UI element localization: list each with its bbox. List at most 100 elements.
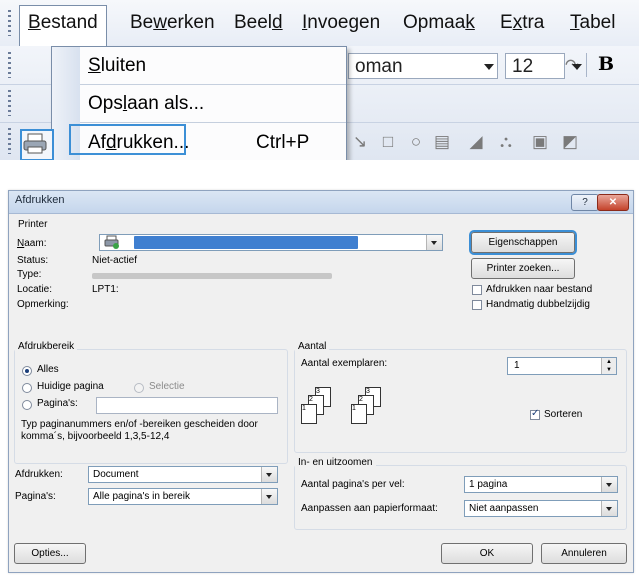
ok-button[interactable]: OK bbox=[441, 543, 533, 564]
range-current-radio[interactable] bbox=[22, 383, 32, 393]
spin-up-icon[interactable]: ▲ bbox=[601, 358, 616, 366]
menu-item-sluiten[interactable]: Sluiten bbox=[88, 47, 146, 84]
collate-label: Sorteren bbox=[544, 409, 583, 420]
menu-separator bbox=[80, 122, 346, 123]
cancel-button[interactable]: Annuleren bbox=[541, 543, 627, 564]
zoom-group-title: In- en uitzoomen bbox=[295, 457, 376, 468]
copies-group-title: Aantal bbox=[295, 341, 330, 352]
chevron-down-icon[interactable] bbox=[601, 477, 617, 492]
copies-count-label: Aantal exemplaren: bbox=[301, 358, 388, 369]
pages-per-sheet-label: Aantal pagina's per vel: bbox=[301, 479, 405, 490]
menu-extra[interactable]: Extra bbox=[492, 6, 552, 40]
print-to-file-checkbox[interactable] bbox=[472, 285, 482, 295]
chevron-down-icon[interactable] bbox=[426, 235, 442, 250]
range-group-title: Afdrukbereik bbox=[15, 341, 78, 352]
pages-input[interactable] bbox=[96, 397, 278, 414]
bold-button[interactable]: B bbox=[598, 53, 614, 75]
type-label: Type: bbox=[17, 269, 42, 280]
range-current-label: Huidige pagina bbox=[37, 381, 104, 392]
rectangle-icon[interactable]: □ bbox=[378, 132, 398, 152]
menu-bewerken[interactable]: Bewerken bbox=[122, 6, 223, 40]
print-what-select[interactable]: Document bbox=[88, 466, 278, 483]
properties-button[interactable]: Eigenschappen bbox=[471, 232, 575, 253]
collate-page: 1 bbox=[301, 404, 317, 424]
word-menu-excerpt: Bestand Bewerken Beeld Invoegen Opmaak E… bbox=[0, 0, 639, 160]
page-number: 3 bbox=[366, 388, 370, 395]
pages-per-sheet-select[interactable]: 1 pagina bbox=[464, 476, 618, 493]
diagram-icon[interactable]: ⛬ bbox=[496, 132, 516, 152]
find-printer-button[interactable]: Printer zoeken... bbox=[471, 258, 575, 279]
font-name-field[interactable]: oman bbox=[348, 53, 498, 79]
textbox-icon[interactable]: ▤ bbox=[432, 132, 452, 152]
toolbar-grip bbox=[8, 90, 11, 116]
page-number: 2 bbox=[359, 396, 363, 403]
menubar-grip bbox=[8, 10, 11, 36]
print-to-file-label: Afdrukken naar bestand bbox=[486, 284, 593, 295]
status-value: Niet-actief bbox=[92, 255, 138, 266]
close-button[interactable]: ✕ bbox=[597, 194, 629, 211]
manual-duplex-checkbox[interactable] bbox=[472, 300, 482, 310]
options-button[interactable]: Opties... bbox=[14, 543, 86, 564]
page-number: 2 bbox=[309, 396, 313, 403]
menu-beeld[interactable]: Beeld bbox=[226, 6, 291, 40]
toolbar-grip bbox=[8, 128, 11, 154]
print-item-highlight bbox=[69, 124, 186, 155]
pages-per-sheet-value: 1 pagina bbox=[469, 479, 508, 490]
menu-opmaak[interactable]: Opmaak bbox=[395, 6, 483, 40]
name-label: Naam: bbox=[17, 238, 47, 249]
dialog-titlebar: Afdrukken ? ✕ bbox=[9, 191, 633, 214]
print-pages-select[interactable]: Alle pagina's in bereik bbox=[88, 488, 278, 505]
range-pages-radio[interactable] bbox=[22, 400, 32, 410]
copies-count-value: 1 bbox=[514, 360, 520, 371]
font-dropdown-icon[interactable] bbox=[484, 64, 494, 70]
picture-icon[interactable]: ◩ bbox=[560, 132, 580, 152]
menu-invoegen[interactable]: Invoegen bbox=[294, 6, 388, 40]
printer-group-title: Printer bbox=[15, 219, 51, 230]
menu-bestand[interactable]: Bestand bbox=[19, 5, 107, 46]
chevron-down-icon[interactable] bbox=[601, 501, 617, 516]
chevron-down-icon[interactable] bbox=[261, 489, 277, 504]
scale-to-paper-select[interactable]: Niet aanpassen bbox=[464, 500, 618, 517]
zoom-group bbox=[294, 465, 627, 530]
collate-page: 1 bbox=[351, 404, 367, 424]
print-shortcut: Ctrl+P bbox=[256, 132, 310, 153]
oval-icon[interactable]: ○ bbox=[406, 132, 426, 152]
network-printer-icon bbox=[104, 235, 120, 249]
print-what-label: Afdrukken: bbox=[15, 469, 63, 480]
spin-down-icon[interactable]: ▼ bbox=[601, 366, 616, 374]
range-selection-label: Selectie bbox=[149, 381, 185, 392]
menu-item-opslaan-als[interactable]: Opslaan als... bbox=[88, 85, 204, 122]
location-label: Locatie: bbox=[17, 284, 53, 295]
wordart-icon[interactable]: ◢ bbox=[466, 132, 486, 152]
help-button[interactable]: ? bbox=[571, 194, 599, 211]
clipart-icon[interactable]: ▣ bbox=[530, 132, 550, 152]
printer-name-select[interactable] bbox=[99, 234, 443, 251]
range-selection-radio[interactable] bbox=[134, 383, 144, 393]
arrow-icon[interactable]: ↘ bbox=[350, 132, 370, 152]
scale-to-paper-value: Niet aanpassen bbox=[469, 503, 539, 514]
menu-tabel[interactable]: Tabel bbox=[562, 6, 623, 40]
comment-label: Opmerking: bbox=[17, 299, 69, 310]
print-pages-value: Alle pagina's in bereik bbox=[93, 491, 190, 502]
range-all-label: Alles bbox=[37, 364, 59, 375]
range-all-radio[interactable] bbox=[22, 366, 32, 376]
page-number: 1 bbox=[302, 405, 306, 412]
toolbar-grip bbox=[8, 52, 11, 78]
scale-to-paper-label: Aanpassen aan papierformaat: bbox=[301, 503, 438, 514]
copies-count-spinner[interactable]: 1 ▲ ▼ bbox=[507, 357, 617, 375]
menu-bar: Bestand Bewerken Beeld Invoegen Opmaak E… bbox=[0, 0, 639, 47]
collate-checkbox[interactable] bbox=[530, 408, 540, 420]
printer-icon[interactable] bbox=[20, 129, 54, 160]
font-size-field[interactable]: 12 bbox=[505, 53, 565, 79]
print-pages-label: Pagina's: bbox=[15, 491, 56, 502]
printer-name-value bbox=[134, 236, 358, 249]
range-hint: Typ paginanummers en/of -bereiken gesche… bbox=[21, 419, 258, 442]
page-number: 1 bbox=[352, 405, 356, 412]
chevron-down-icon[interactable] bbox=[261, 467, 277, 482]
size-dropdown-icon[interactable] bbox=[572, 64, 582, 70]
print-dialog: Afdrukken ? ✕ Printer Naam: Status: Niet… bbox=[8, 190, 634, 573]
toolbar-separator bbox=[586, 53, 587, 77]
manual-duplex-label: Handmatig dubbelzijdig bbox=[486, 299, 590, 310]
page-number: 3 bbox=[316, 388, 320, 395]
printer-type-value bbox=[92, 273, 332, 279]
